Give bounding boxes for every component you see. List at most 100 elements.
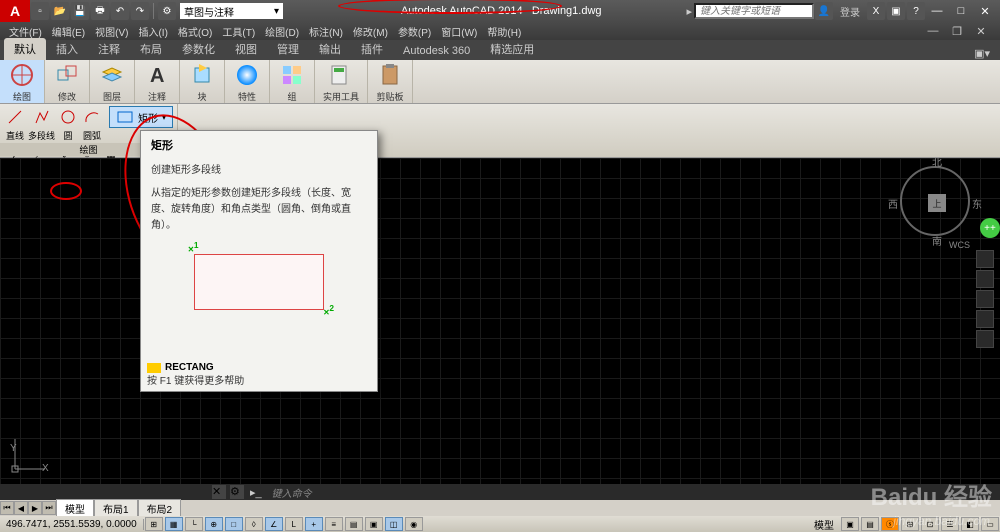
help-icon[interactable]: ? xyxy=(907,2,925,20)
tpy-button[interactable]: ▤ xyxy=(345,517,363,531)
tab-plugins[interactable]: 插件 xyxy=(351,38,393,60)
circle-button[interactable] xyxy=(57,106,79,128)
block-icon[interactable] xyxy=(188,62,216,88)
dyn-button[interactable]: + xyxy=(305,517,323,531)
tab-first-button[interactable]: ⏮ xyxy=(0,501,14,515)
properties-icon[interactable] xyxy=(233,62,261,88)
doc-restore-button[interactable]: ❐ xyxy=(946,23,968,39)
sb-feed[interactable]: ⓢ xyxy=(881,517,899,531)
viewcube-top[interactable]: 上 xyxy=(928,194,946,212)
tab-last-button[interactable]: ⏭ xyxy=(42,501,56,515)
polar-button[interactable]: ⊕ xyxy=(205,517,223,531)
save-icon[interactable]: 💾 xyxy=(71,2,89,20)
cloud-icon[interactable]: ▣ xyxy=(887,2,905,20)
orbit-button[interactable] xyxy=(976,310,994,328)
draw-icon[interactable] xyxy=(8,62,36,88)
rectangle-dropdown[interactable]: 矩形▾ xyxy=(109,106,173,128)
sb-r2[interactable]: ▤ xyxy=(861,517,879,531)
menu-format[interactable]: 格式(O) xyxy=(173,24,217,39)
tab-manage[interactable]: 管理 xyxy=(267,38,309,60)
login-button[interactable]: 登录 xyxy=(840,4,860,19)
otrack-button[interactable]: ∠ xyxy=(265,517,283,531)
tab-featured[interactable]: 精选应用 xyxy=(480,38,544,60)
sb-r4[interactable]: ⊡ xyxy=(921,517,939,531)
menu-tools[interactable]: 工具(T) xyxy=(217,24,260,39)
showmotion-button[interactable] xyxy=(976,330,994,348)
close-button[interactable]: ✕ xyxy=(974,3,996,19)
new-icon[interactable]: ▫ xyxy=(31,2,49,20)
open-icon[interactable]: 📂 xyxy=(51,2,69,20)
sc-button[interactable]: ◫ xyxy=(385,517,403,531)
utilities-icon[interactable] xyxy=(327,62,355,88)
tab-layout1[interactable]: 布局1 xyxy=(94,499,138,518)
tab-layout[interactable]: 布局 xyxy=(130,38,172,60)
signin-icon[interactable]: 👤 xyxy=(815,2,833,20)
sb-clean[interactable]: ▭ xyxy=(981,517,999,531)
qp-button[interactable]: ▣ xyxy=(365,517,383,531)
group-icon[interactable] xyxy=(278,62,306,88)
coords-display[interactable]: 496.7471, 2551.5539, 0.0000 xyxy=(0,519,144,530)
sb-r5[interactable]: ☰ xyxy=(941,517,959,531)
line-button[interactable] xyxy=(4,106,26,128)
tab-annotate[interactable]: 注释 xyxy=(88,38,130,60)
sb-r3[interactable]: ⊞ xyxy=(901,517,919,531)
osnap-button[interactable]: □ xyxy=(225,517,243,531)
exchange-icon[interactable]: X xyxy=(867,2,885,20)
menu-draw[interactable]: 绘图(D) xyxy=(260,24,304,39)
redo-icon[interactable]: ↷ xyxy=(131,2,149,20)
menu-param[interactable]: 参数(P) xyxy=(393,24,436,39)
tab-model[interactable]: 模型 xyxy=(56,499,94,518)
menu-view[interactable]: 视图(V) xyxy=(90,24,133,39)
undo-icon[interactable]: ↶ xyxy=(111,2,129,20)
snap-button[interactable]: ⊞ xyxy=(145,517,163,531)
grid-button[interactable]: ▦ xyxy=(165,517,183,531)
maximize-button[interactable]: □ xyxy=(950,3,972,19)
menu-file[interactable]: 文件(F) xyxy=(4,24,47,39)
arc-button[interactable] xyxy=(81,106,103,128)
tab-default[interactable]: 默认 xyxy=(4,38,46,60)
ribbon-collapse-button[interactable]: ▣▾ xyxy=(974,47,996,60)
menu-window[interactable]: 窗口(W) xyxy=(436,24,482,39)
zoom-button[interactable] xyxy=(976,290,994,308)
workspace-icon[interactable]: ⚙ xyxy=(158,2,176,20)
ortho-button[interactable]: └ xyxy=(185,517,203,531)
nav-wheel-button[interactable] xyxy=(976,250,994,268)
clipboard-icon[interactable] xyxy=(376,62,404,88)
viewcube[interactable]: 上 北 南 西 东 WCS xyxy=(900,166,970,236)
pline-button[interactable] xyxy=(31,106,53,128)
minimize-button[interactable]: — xyxy=(926,3,948,19)
lwt-button[interactable]: ≡ xyxy=(325,517,343,531)
am-button[interactable]: ◉ xyxy=(405,517,423,531)
menu-insert[interactable]: 插入(I) xyxy=(133,24,172,39)
modify-icon[interactable] xyxy=(53,62,81,88)
tab-insert[interactable]: 插入 xyxy=(46,38,88,60)
app-icon[interactable]: A xyxy=(0,0,30,22)
menu-dim[interactable]: 标注(N) xyxy=(304,24,348,39)
doc-minimize-button[interactable]: — xyxy=(922,23,944,39)
tab-prev-button[interactable]: ◀ xyxy=(14,501,28,515)
menu-edit[interactable]: 编辑(E) xyxy=(47,24,90,39)
tab-parametric[interactable]: 参数化 xyxy=(172,38,225,60)
annotate-icon[interactable]: A xyxy=(143,62,171,88)
menu-modify[interactable]: 修改(M) xyxy=(348,24,393,39)
tab-next-button[interactable]: ▶ xyxy=(28,501,42,515)
model-paper-toggle[interactable]: 模型 xyxy=(808,517,840,532)
menu-help[interactable]: 帮助(H) xyxy=(482,24,526,39)
search-input[interactable] xyxy=(694,3,814,19)
tab-view[interactable]: 视图 xyxy=(225,38,267,60)
doc-close-button[interactable]: ✕ xyxy=(970,23,992,39)
print-icon[interactable]: 🖶 xyxy=(91,2,109,20)
cmd-close-button[interactable]: ✕ xyxy=(212,485,226,499)
pan-button[interactable] xyxy=(976,270,994,288)
tab-output[interactable]: 输出 xyxy=(309,38,351,60)
nav-indicator[interactable]: ++ xyxy=(980,218,1000,238)
sb-r6[interactable]: ◧ xyxy=(961,517,979,531)
sb-r1[interactable]: ▣ xyxy=(841,517,859,531)
cmd-config-button[interactable]: ⚙ xyxy=(230,485,244,499)
workspace-select[interactable]: 草图与注释▾ xyxy=(180,3,283,19)
ducs-button[interactable]: L xyxy=(285,517,303,531)
osnap3d-button[interactable]: ◊ xyxy=(245,517,263,531)
tab-a360[interactable]: Autodesk 360 xyxy=(393,42,480,60)
layer-icon[interactable] xyxy=(98,62,126,88)
tab-layout2[interactable]: 布局2 xyxy=(138,499,182,518)
